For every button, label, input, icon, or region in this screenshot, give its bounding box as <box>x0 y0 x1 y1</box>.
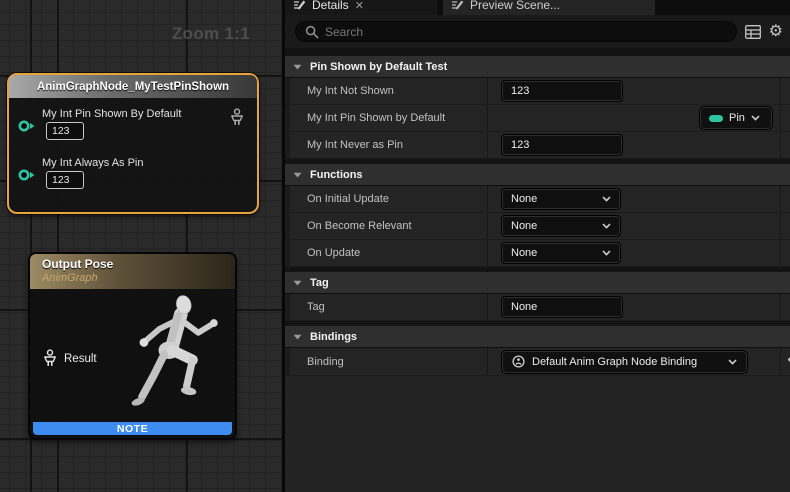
my-int-never-as-pin-input[interactable] <box>502 135 622 155</box>
running-mannequin-image <box>117 292 235 424</box>
pin-value-input[interactable] <box>46 122 84 140</box>
pin-value-input[interactable] <box>46 171 84 189</box>
details-panel: Details ✕ Preview Scene... <box>285 0 790 492</box>
on-become-relevant-dropdown[interactable]: None <box>502 216 620 236</box>
on-initial-update-dropdown[interactable]: None <box>502 189 620 209</box>
property-label: Binding <box>290 348 488 375</box>
category-bindings[interactable]: Bindings <box>285 321 790 348</box>
preview-scene-tab-icon <box>451 0 464 11</box>
details-empty-area <box>285 376 790 492</box>
property-label: My Int Not Shown <box>290 78 488 104</box>
chevron-down-icon <box>602 250 611 256</box>
chevron-down-icon <box>293 334 302 340</box>
property-row-my-int-pin-shown-by-default: My Int Pin Shown by Default Pin <box>285 105 790 132</box>
pin-label: My Int Always As Pin <box>42 157 143 169</box>
search-box[interactable] <box>295 21 737 42</box>
anim-graph-node-mytestpinshown[interactable]: AnimGraphNode_MyTestPinShown My Int Pin … <box>7 73 259 214</box>
int-pin-icon[interactable] <box>18 119 36 133</box>
property-row-on-update: On Update None <box>285 240 790 267</box>
property-row-on-initial-update: On Initial Update None <box>285 186 790 213</box>
property-row-binding: Binding Default Anim Graph Node Binding … <box>285 348 790 376</box>
output-pose-node-header[interactable]: Output Pose AnimGraph <box>30 254 235 289</box>
chevron-down-icon <box>293 64 302 70</box>
tab-preview-scene[interactable]: Preview Scene... <box>443 0 655 15</box>
chevron-down-icon <box>293 280 302 286</box>
int-pin-icon[interactable] <box>18 168 36 182</box>
tag-input[interactable] <box>502 297 622 317</box>
panel-divider[interactable] <box>282 0 285 492</box>
search-icon <box>305 25 319 39</box>
pin-icon <box>709 115 723 122</box>
details-tab-icon <box>293 0 306 11</box>
binding-dropdown[interactable]: Default Anim Graph Node Binding <box>502 351 747 373</box>
chevron-down-icon <box>602 223 611 229</box>
node-title[interactable]: AnimGraphNode_MyTestPinShown <box>9 75 257 98</box>
node-title: Output Pose <box>42 257 235 271</box>
property-label: My Int Pin Shown by Default <box>290 105 488 131</box>
property-label: Tag <box>290 294 488 320</box>
chevron-down-icon <box>751 115 760 121</box>
pose-result-pin-icon[interactable] <box>42 349 58 368</box>
chevron-down-icon <box>602 196 611 202</box>
property-row-on-become-relevant: On Become Relevant None <box>285 213 790 240</box>
property-label: On Initial Update <box>290 186 488 212</box>
on-update-dropdown[interactable]: None <box>502 243 620 263</box>
category-pin-shown-by-default-test[interactable]: Pin Shown by Default Test <box>285 54 790 78</box>
result-pin-label: Result <box>64 353 97 365</box>
property-label: On Update <box>290 240 488 266</box>
pin-label: My Int Pin Shown By Default <box>42 108 181 120</box>
node-subtitle: AnimGraph <box>42 272 235 284</box>
property-row-my-int-never-as-pin: My Int Never as Pin <box>285 132 790 159</box>
property-row-tag: Tag <box>285 294 790 321</box>
display-filter-icon[interactable] <box>745 25 761 39</box>
category-functions[interactable]: Functions <box>285 159 790 186</box>
property-row-my-int-not-shown: My Int Not Shown <box>285 78 790 105</box>
chevron-down-icon <box>728 359 737 365</box>
details-toolbar: ⚙ <box>285 15 790 48</box>
category-tag[interactable]: Tag <box>285 267 790 294</box>
output-pose-node[interactable]: Output Pose AnimGraph <box>28 252 237 440</box>
anim-graph-canvas[interactable]: Zoom 1:1 AnimGraphNode_MyTestPinShown My… <box>0 0 285 492</box>
node-note-bar[interactable]: NOTE <box>33 422 232 435</box>
zoom-level-label: Zoom 1:1 <box>172 24 250 44</box>
search-input[interactable] <box>325 25 727 39</box>
pose-watch-pin-icon[interactable] <box>229 108 245 127</box>
binding-class-icon <box>512 355 525 368</box>
tab-bar: Details ✕ Preview Scene... <box>285 0 790 15</box>
my-int-not-shown-input[interactable] <box>502 81 622 101</box>
chevron-down-icon <box>293 172 302 178</box>
settings-gear-icon[interactable]: ⚙ <box>769 24 783 40</box>
tab-details[interactable]: Details ✕ <box>285 0 437 15</box>
property-label: My Int Never as Pin <box>290 132 488 158</box>
property-label: On Become Relevant <box>290 213 488 239</box>
unreal-editor-window: Zoom 1:1 AnimGraphNode_MyTestPinShown My… <box>0 0 790 492</box>
pin-mode-dropdown[interactable]: Pin <box>700 107 772 129</box>
output-pose-node-body: Result NOTE <box>30 289 235 438</box>
close-tab-icon[interactable]: ✕ <box>355 0 364 12</box>
